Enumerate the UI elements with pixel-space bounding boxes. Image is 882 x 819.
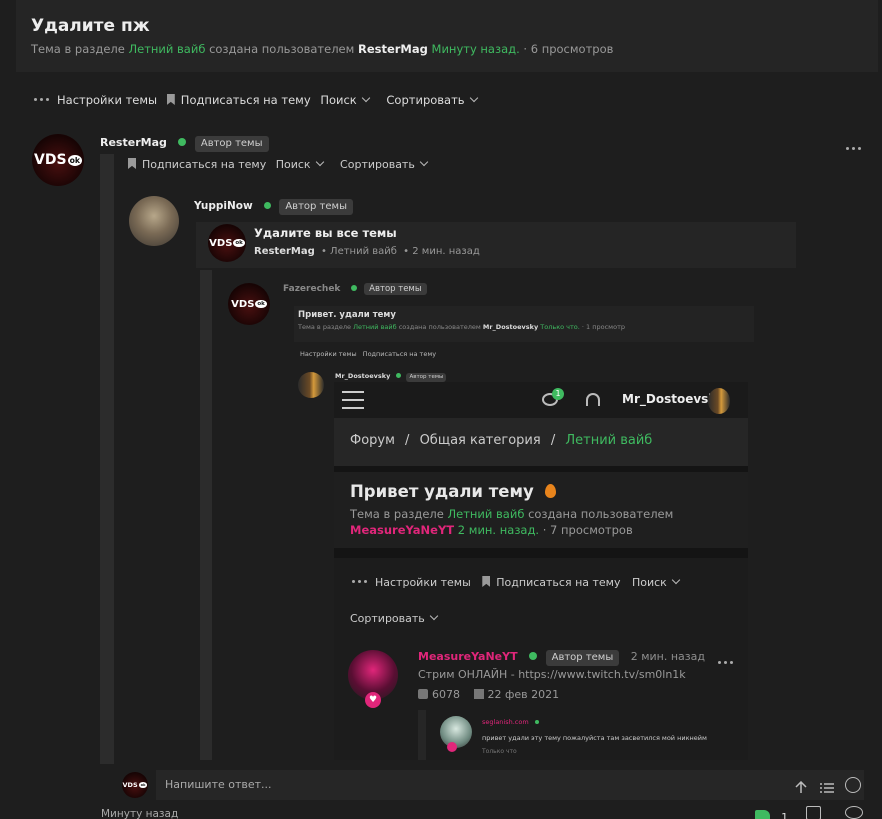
post-time: Минуту назад <box>101 808 179 819</box>
thread-preview-card[interactable]: VDS ok Удалите вы все темы ResterMag • Ле… <box>196 222 796 268</box>
phone-post-stats: 6078 22 фев 2021 <box>418 688 559 701</box>
chevron-down-icon <box>361 93 370 103</box>
phone-post-header: MeasureYaNeYT Автор темы 2 мин. назад <box>418 650 705 666</box>
avatar[interactable] <box>129 196 179 246</box>
embedded-title: Привет. удали тему <box>298 310 396 320</box>
reply-like-badge <box>447 742 457 752</box>
thread-toolbar: Настройки темы Подписаться на тему Поиск… <box>34 93 478 107</box>
avatar <box>708 388 730 414</box>
chevron-down-icon <box>315 157 324 167</box>
phone-title: Привет удали тему <box>350 482 557 501</box>
avatar[interactable]: VDS ok <box>228 283 270 325</box>
avatar[interactable]: VDS ok <box>32 134 84 186</box>
author-badge: Автор темы <box>364 283 427 296</box>
phone-title-block: Привет удали тему Тема в разделе Летний … <box>334 472 748 548</box>
thread-time: Минуту назад. <box>431 42 520 56</box>
phone-toolbar: Настройки темы Подписаться на тему Поиск… <box>334 558 748 760</box>
author-link[interactable]: ResterMag <box>358 42 428 56</box>
list-icon[interactable] <box>820 779 834 793</box>
page-title: Удалите пж <box>31 16 150 36</box>
phone-screenshot: 1 Mr_Dostoevsky Форум / Общая категория … <box>334 382 748 760</box>
settings-button[interactable]: Настройки темы <box>34 93 157 107</box>
search-button[interactable]: Поиск <box>320 93 370 107</box>
reply-icon[interactable] <box>806 806 821 819</box>
quote-header: YuppiNow Автор темы <box>194 199 353 215</box>
thumbs-up-icon <box>755 810 770 819</box>
embedded-toolbar: Настройки темы Подписаться на тему <box>300 350 437 358</box>
quote-border <box>200 270 212 760</box>
reply-input[interactable]: Напишите ответ... <box>156 770 864 800</box>
bookmark-icon <box>166 94 175 105</box>
embedded-post-header: Mr_Dostoevsky Автор темы <box>335 372 447 382</box>
sort-button[interactable]: Сортировать <box>340 157 429 171</box>
preview-meta: ResterMag • Летний вайб • 2 мин. назад <box>254 246 480 257</box>
embedded-thread-header: Привет. удали тему Тема в разделе Летний… <box>294 306 754 342</box>
sort-button[interactable]: Сортировать <box>386 93 478 107</box>
post-sub-toolbar: Подписаться на тему Поиск Сортировать <box>128 157 429 171</box>
avatar <box>298 372 324 398</box>
online-indicator <box>264 202 271 209</box>
section-link[interactable]: Летний вайб <box>128 42 205 56</box>
fire-icon <box>545 484 557 498</box>
like-count: 1 <box>781 811 789 819</box>
menu-icon <box>342 391 364 409</box>
bookmark-icon <box>128 158 136 169</box>
quote-header: Fazerechek Автор темы <box>283 283 427 296</box>
breadcrumb: Форум / Общая категория / Летний вайб <box>334 418 748 466</box>
notification-count: 1 <box>552 388 564 400</box>
chevron-down-icon <box>469 93 478 103</box>
emoji-icon[interactable] <box>845 777 861 793</box>
more-dots-icon <box>846 147 861 150</box>
like-icon <box>418 689 428 699</box>
avatar: VDS ok <box>122 772 148 798</box>
post-author[interactable]: ResterMag <box>100 136 167 149</box>
heart-badge: ♥ <box>365 692 381 708</box>
bell-icon <box>586 393 600 406</box>
view-count: · 6 просмотров <box>523 42 614 56</box>
embedded-meta: Тема в разделе Летний вайб создана польз… <box>298 323 625 331</box>
author-badge: Автор темы <box>194 136 269 152</box>
online-indicator <box>178 138 187 146</box>
quote-author[interactable]: Fazerechek <box>283 284 340 294</box>
like-button[interactable]: 1 <box>755 806 788 819</box>
subscribe-button[interactable]: Подписаться на тему <box>128 158 266 171</box>
online-indicator <box>351 285 358 291</box>
hide-icon[interactable] <box>845 806 863 819</box>
author-badge: Автор темы <box>279 199 353 215</box>
quote-author[interactable]: YuppiNow <box>194 200 253 212</box>
thread-meta: Тема в разделе Летний вайб создана польз… <box>31 42 614 56</box>
phone-topbar: 1 Mr_Dostoevsky <box>334 382 748 418</box>
search-button[interactable]: Поиск <box>276 157 324 171</box>
arrow-up-icon[interactable] <box>795 779 807 793</box>
post-header: ResterMag Автор темы <box>100 136 269 152</box>
quote-border <box>100 154 114 764</box>
phone-meta: Тема в разделе Летний вайб создана польз… <box>350 507 674 537</box>
thread-header: Удалите пж Тема в разделе Летний вайб со… <box>16 0 878 72</box>
phone-post-status: Стрим ОНЛАЙН - https://www.twitch.tv/sm0… <box>418 668 686 681</box>
avatar: VDS ok <box>208 224 246 262</box>
subscribe-button[interactable]: Подписаться на тему <box>166 93 311 107</box>
more-dots-icon <box>34 98 49 101</box>
post-more-button[interactable] <box>846 138 869 157</box>
chevron-down-icon <box>419 157 429 167</box>
preview-title: Удалите вы все темы <box>254 226 397 240</box>
calendar-icon <box>473 689 484 699</box>
